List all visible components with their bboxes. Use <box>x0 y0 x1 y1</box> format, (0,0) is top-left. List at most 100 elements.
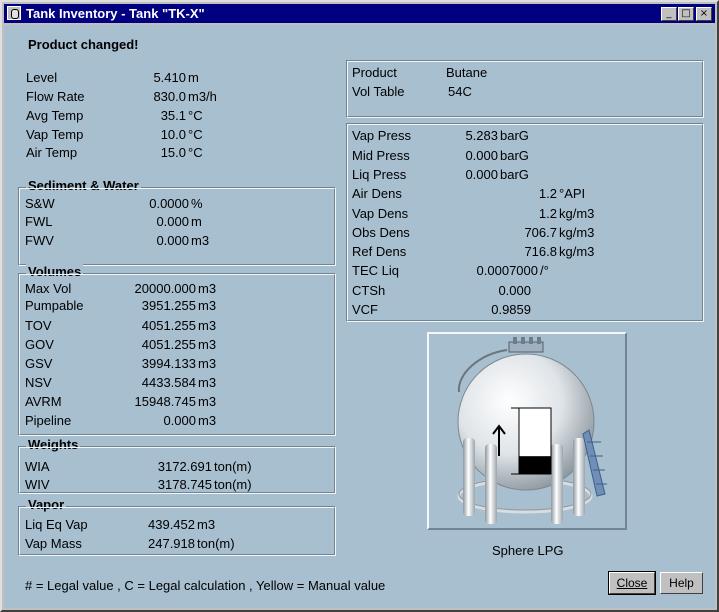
property-row-4-unit: kg/m3 <box>559 206 595 221</box>
property-row-7-unit: /° <box>540 263 549 278</box>
gauge-2-label: Avg Temp <box>26 108 84 123</box>
property-row-2-value: 0.000 <box>465 167 498 182</box>
property-row-3-unit: °API <box>559 186 586 201</box>
gauge-4-value: 15.0 <box>160 145 186 160</box>
gauge-1-unit: m3/h <box>188 89 217 104</box>
weight-row-0-unit: ton(m) <box>214 459 252 474</box>
property-row-5-unit: kg/m3 <box>559 225 595 240</box>
volume-row-1-label: Pumpable <box>25 298 84 313</box>
sediment-row-0-unit: % <box>191 196 203 211</box>
property-row-4-label: Vap Dens <box>352 206 409 221</box>
vapor-row-0-unit: m3 <box>197 517 216 532</box>
volume-row-0-unit: m3 <box>198 281 217 296</box>
gauge-4-label: Air Temp <box>26 145 78 160</box>
volume-row-7-label: Pipeline <box>25 413 72 428</box>
gauge-0-value: 5.410 <box>153 70 186 85</box>
property-row-3-value: 1.2 <box>538 186 557 201</box>
tank-caption: Sphere LPG <box>492 543 564 558</box>
property-row-8-value: 0.000 <box>498 283 531 298</box>
gauge-1-label: Flow Rate <box>26 89 85 104</box>
weight-row-0-value: 3172.691 <box>157 459 212 474</box>
sphere-tank-illustration <box>457 337 607 524</box>
title-bar[interactable]: Tank Inventory - Tank "TK-X" _ □ × <box>4 4 715 23</box>
volume-row-5-label: NSV <box>25 375 52 390</box>
gauge-1-value: 830.0 <box>153 89 186 104</box>
property-row-3-label: Air Dens <box>352 186 402 201</box>
close-window-button[interactable]: × <box>696 7 712 21</box>
weight-row-1-unit: ton(m) <box>214 477 252 492</box>
product-row-1-value: 54C <box>448 84 472 99</box>
weights-title: Weights <box>26 437 81 452</box>
property-row-6-value: 716.8 <box>524 244 557 259</box>
volume-row-2-unit: m3 <box>198 318 217 333</box>
volume-row-4-label: GSV <box>25 356 53 371</box>
volume-row-4-value: 3994.133 <box>141 356 196 371</box>
property-row-0-label: Vap Press <box>352 128 412 143</box>
sediment-row-1-label: FWL <box>25 214 53 229</box>
volume-row-6-unit: m3 <box>198 394 217 409</box>
property-row-0-value: 5.283 <box>465 128 498 143</box>
volume-row-3-label: GOV <box>25 337 54 352</box>
property-row-1-unit: barG <box>500 148 529 163</box>
volume-row-2-value: 4051.255 <box>141 318 196 333</box>
property-row-0-unit: barG <box>500 128 529 143</box>
gauge-4-unit: °C <box>188 145 203 160</box>
tank-image-frame <box>427 332 627 530</box>
gauge-3-unit: °C <box>188 127 203 142</box>
volume-row-4-unit: m3 <box>198 356 217 371</box>
volume-row-1-value: 3951.255 <box>141 298 196 313</box>
sediment-row-2-value: 0.000 <box>156 233 189 248</box>
weight-row-1-label: WIV <box>25 477 50 492</box>
gauge-0-label: Level <box>26 70 58 85</box>
property-row-9-label: VCF <box>352 302 378 317</box>
close-button[interactable]: Close <box>608 571 656 595</box>
property-row-9-value: 0.9859 <box>491 302 531 317</box>
gauge-3-label: Vap Temp <box>26 127 84 142</box>
volume-row-0-value: 20000.000 <box>134 281 196 296</box>
property-row-7-label: TEC Liq <box>352 263 399 278</box>
property-row-7-value: 0.0007000 <box>476 263 538 278</box>
sediment-water-title: Sediment & Water <box>26 178 141 193</box>
property-row-6-unit: kg/m3 <box>559 244 595 259</box>
volume-row-0-label: Max Vol <box>25 281 72 296</box>
volume-row-6-value: 15948.745 <box>134 394 196 409</box>
maximize-button[interactable]: □ <box>678 7 694 21</box>
vapor-row-1-unit: ton(m) <box>197 536 235 551</box>
minimize-button[interactable]: _ <box>661 7 677 21</box>
volume-row-5-value: 4433.584 <box>141 375 196 390</box>
weight-row-1-value: 3178.745 <box>157 477 212 492</box>
window-title: Tank Inventory - Tank "TK-X" <box>26 6 205 21</box>
property-row-5-value: 706.7 <box>524 225 557 240</box>
property-row-2-unit: barG <box>500 167 529 182</box>
gauge-2-unit: °C <box>188 108 203 123</box>
weight-row-0-label: WIA <box>25 459 50 474</box>
vapor-row-1-label: Vap Mass <box>25 536 82 551</box>
vapor-row-1-value: 247.918 <box>148 536 195 551</box>
gauge-0-unit: m <box>188 70 199 85</box>
legend-text: # = Legal value , C = Legal calculation … <box>25 578 386 593</box>
property-row-1-value: 0.000 <box>465 148 498 163</box>
property-row-5-label: Obs Dens <box>352 225 410 240</box>
volume-row-7-unit: m3 <box>198 413 217 428</box>
tank-inventory-window: Tank Inventory - Tank "TK-X" _ □ × Produ… <box>0 0 719 612</box>
vapor-row-0-label: Liq Eq Vap <box>25 517 88 532</box>
product-row-0-label: Product <box>352 65 397 80</box>
volume-row-7-value: 0.000 <box>163 413 196 428</box>
volume-row-3-value: 4051.255 <box>141 337 196 352</box>
product-row-1-label: Vol Table <box>352 84 405 99</box>
volume-row-3-unit: m3 <box>198 337 217 352</box>
property-row-8-label: CTSh <box>352 283 386 298</box>
vapor-title: Vapor <box>26 497 67 512</box>
gauge-3-value: 10.0 <box>160 127 186 142</box>
sediment-row-1-unit: m <box>191 214 202 229</box>
volume-row-1-unit: m3 <box>198 298 217 313</box>
sediment-row-0-label: S&W <box>25 196 55 211</box>
status-message: Product changed! <box>28 37 139 52</box>
property-row-1-label: Mid Press <box>352 148 410 163</box>
sediment-row-2-label: FWV <box>25 233 54 248</box>
vapor-row-0-value: 439.452 <box>148 517 195 532</box>
help-button[interactable]: Help <box>660 572 703 594</box>
product-row-0-value: Butane <box>446 65 488 80</box>
client-area: Product changed! Sediment & Water Volume… <box>4 25 715 608</box>
sediment-row-0-value: 0.0000 <box>149 196 189 211</box>
